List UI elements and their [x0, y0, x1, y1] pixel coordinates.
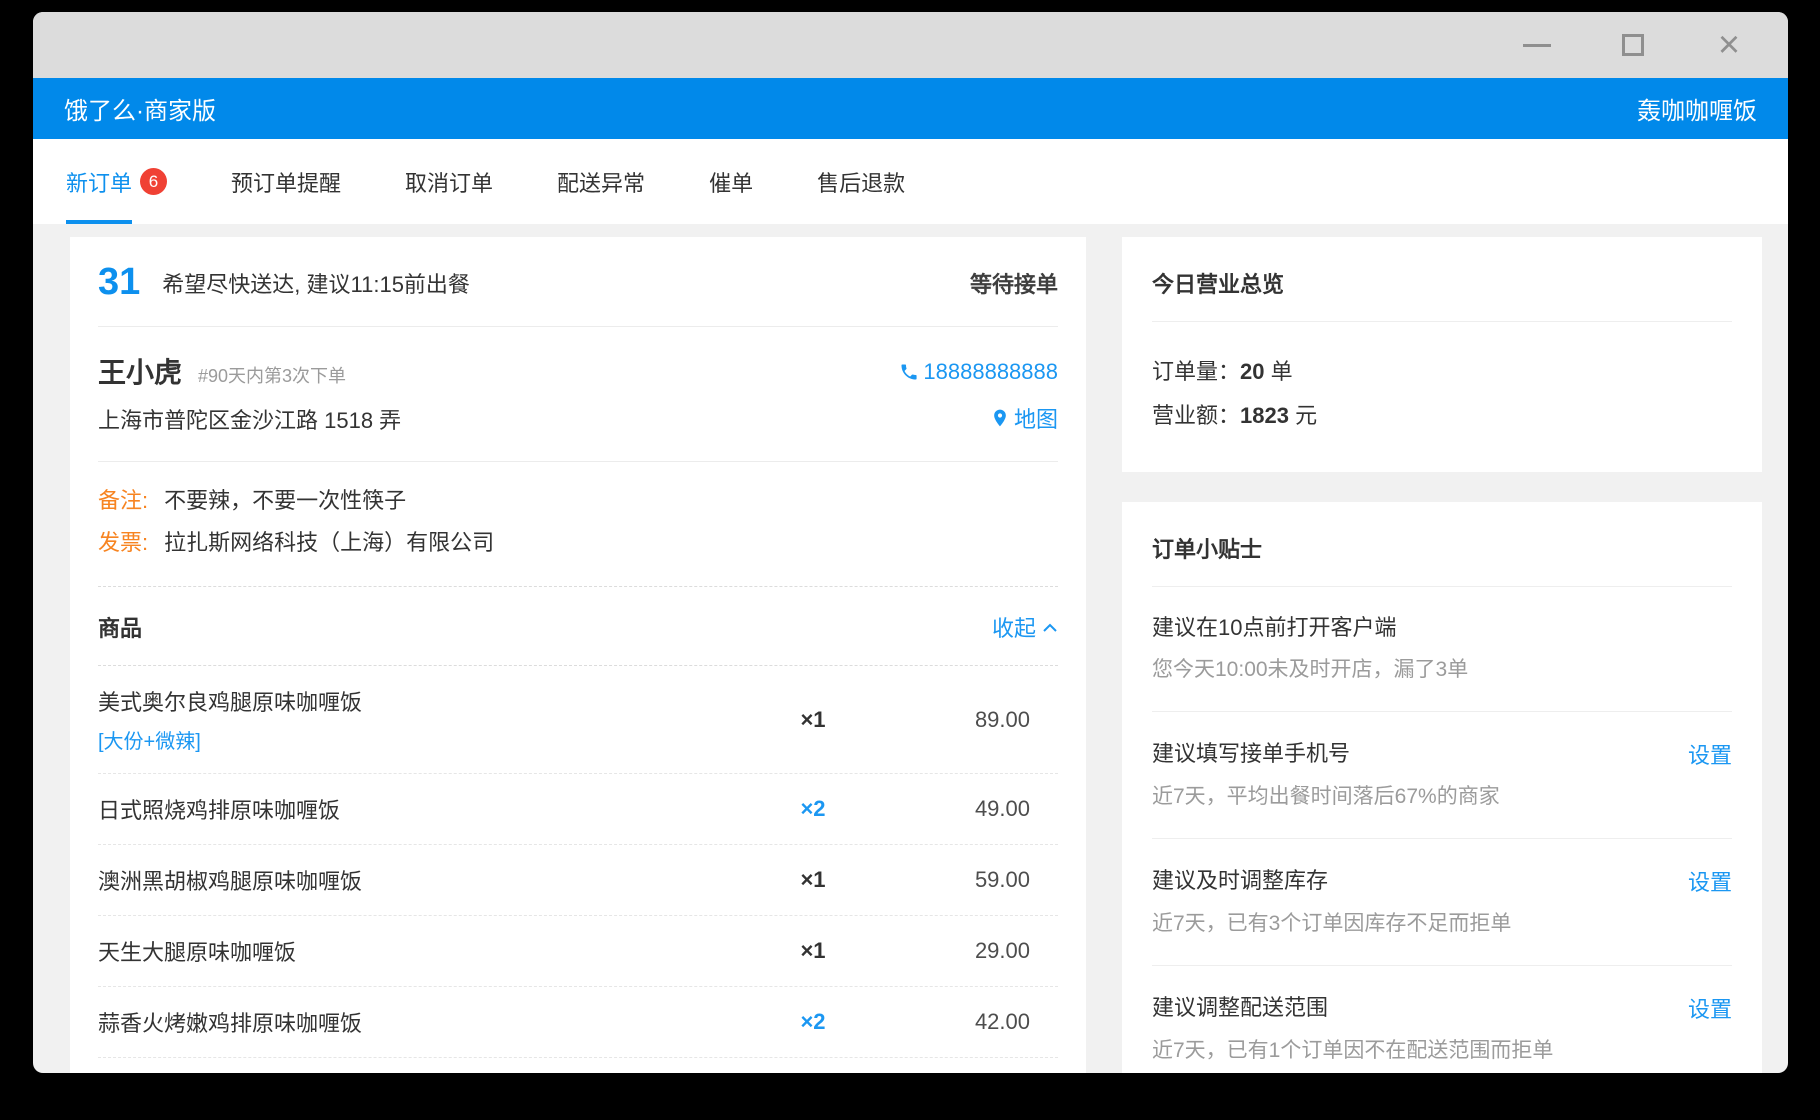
remark-label: 备注:: [98, 488, 148, 513]
collapse-goods-link[interactable]: 收起: [992, 611, 1058, 643]
other-fees-label: 其他: [98, 1058, 1058, 1073]
settings-link-stock[interactable]: 设置: [1688, 865, 1732, 897]
app-title: 饿了么·商家版: [64, 91, 216, 126]
phone-icon: [899, 362, 919, 382]
app-header: 饿了么·商家版 轰咖咖喱饭: [33, 78, 1788, 139]
tip-title: 建议调整配送范围: [1152, 993, 1688, 1023]
settings-link-delivery[interactable]: 设置: [1688, 992, 1732, 1024]
order-item-row: 澳洲黑胡椒鸡腿原味咖喱饭 ×1 59.00: [98, 845, 1058, 916]
tip-open-client: 建议在10点前打开客户端 您今天10:00未及时开店，漏了3单: [1152, 587, 1732, 712]
app-window: × 饿了么·商家版 轰咖咖喱饭 新订单 6 预订单提醒 取消订单 配送异常 催单…: [33, 12, 1788, 1073]
right-sidebar: 今日营业总览 订单量：20 单 营业额：1823 元 订单小贴士 建议在10点前…: [1122, 237, 1762, 1073]
settings-link-phone[interactable]: 设置: [1688, 738, 1732, 770]
order-count-value: 20: [1240, 359, 1264, 384]
item-price: 42.00: [888, 1009, 1058, 1035]
tips-title: 订单小贴士: [1152, 532, 1732, 587]
tab-preorder-reminder[interactable]: 预订单提醒: [231, 166, 341, 198]
today-summary-panel: 今日营业总览 订单量：20 单 营业额：1823 元: [1122, 237, 1762, 472]
order-number: 31: [98, 261, 140, 304]
item-price: 89.00: [888, 707, 1058, 733]
tab-bar: 新订单 6 预订单提醒 取消订单 配送异常 催单 售后退款: [33, 139, 1788, 224]
customer-order-frequency: #90天内第3次下单: [198, 362, 899, 388]
order-item-row: 蒜香火烤嫩鸡排原味咖喱饭 ×2 42.00: [98, 987, 1058, 1058]
tip-title: 建议填写接单手机号: [1152, 739, 1688, 769]
order-status: 等待接单: [970, 267, 1058, 299]
minimize-icon: [1523, 44, 1551, 47]
tip-title: 建议在10点前打开客户端: [1152, 613, 1732, 643]
order-item-row: 美式奥尔良鸡腿原味咖喱饭 [大份+微辣] ×1 89.00: [98, 666, 1058, 774]
item-name: 日式照烧鸡排原味咖喱饭: [98, 793, 738, 825]
item-quantity: ×2: [738, 1009, 888, 1035]
revenue-value: 1823: [1240, 403, 1289, 428]
maximize-icon: [1622, 34, 1644, 56]
order-tips-panel: 订单小贴士 建议在10点前打开客户端 您今天10:00未及时开店，漏了3单 建议…: [1122, 502, 1762, 1073]
item-name: 美式奥尔良鸡腿原味咖喱饭: [98, 685, 738, 717]
tab-after-sale-refunds[interactable]: 售后退款: [817, 166, 905, 198]
chevron-up-icon: [1042, 614, 1058, 640]
item-name: 澳洲黑胡椒鸡腿原味咖喱饭: [98, 864, 738, 896]
customer-phone-link[interactable]: 18888888888: [899, 359, 1058, 385]
goods-title: 商品: [98, 611, 992, 643]
order-card: 31 希望尽快送达, 建议11:15前出餐 等待接单 王小虎 #90天内第3次下…: [70, 237, 1086, 1073]
store-name: 轰咖咖喱饭: [1637, 91, 1757, 126]
tab-delivery-issues[interactable]: 配送异常: [557, 166, 645, 198]
tip-desc: 近7天，已有3个订单因库存不足而拒单: [1152, 909, 1732, 939]
remark-row: 备注: 不要辣，不要一次性筷子: [98, 480, 1058, 522]
invoice-label: 发票:: [98, 530, 148, 555]
item-price: 29.00: [888, 938, 1058, 964]
window-titlebar: ×: [33, 12, 1788, 78]
customer-name: 王小虎: [98, 351, 182, 391]
customer-address: 上海市普陀区金沙江路 1518 弄: [98, 403, 990, 435]
new-orders-count-badge: 6: [140, 168, 167, 195]
tip-desc: 您今天10:00未及时开店，漏了3单: [1152, 655, 1732, 685]
item-quantity: ×1: [738, 867, 888, 893]
order-header: 31 希望尽快送达, 建议11:15前出餐 等待接单: [98, 237, 1058, 327]
summary-title: 今日营业总览: [1152, 267, 1732, 322]
maximize-button[interactable]: [1618, 30, 1648, 60]
order-delivery-note: 希望尽快送达, 建议11:15前出餐: [162, 267, 970, 299]
item-price: 59.00: [888, 867, 1058, 893]
item-quantity: ×2: [738, 796, 888, 822]
map-link[interactable]: 地图: [990, 402, 1058, 434]
minimize-button[interactable]: [1522, 30, 1552, 60]
item-price: 49.00: [888, 796, 1058, 822]
tip-desc: 近7天，平均出餐时间落后67%的商家: [1152, 782, 1732, 812]
tip-fill-phone: 建议填写接单手机号 设置 近7天，平均出餐时间落后67%的商家: [1152, 712, 1732, 839]
tip-desc: 近7天，已有1个订单因不在配送范围而拒单: [1152, 1036, 1732, 1066]
customer-section: 王小虎 #90天内第3次下单 18888888888 上海市普陀区金沙江路 15…: [98, 327, 1058, 462]
item-option: [大份+微辣]: [98, 725, 738, 754]
tip-adjust-stock: 建议及时调整库存 设置 近7天，已有3个订单因库存不足而拒单: [1152, 839, 1732, 966]
close-button[interactable]: ×: [1714, 30, 1744, 60]
invoice-text: 拉扎斯网络科技（上海）有限公司: [164, 530, 494, 555]
tab-new-orders[interactable]: 新订单 6: [66, 166, 167, 198]
main-content: 31 希望尽快送达, 建议11:15前出餐 等待接单 王小虎 #90天内第3次下…: [33, 224, 1788, 1073]
tip-adjust-delivery-range: 建议调整配送范围 设置 近7天，已有1个订单因不在配送范围而拒单: [1152, 966, 1732, 1073]
remarks-section: 备注: 不要辣，不要一次性筷子 发票: 拉扎斯网络科技（上海）有限公司: [98, 462, 1058, 587]
item-quantity: ×1: [738, 938, 888, 964]
remark-text: 不要辣，不要一次性筷子: [164, 488, 406, 513]
map-pin-icon: [990, 408, 1010, 428]
order-count-row: 订单量：20 单: [1152, 350, 1732, 394]
item-name: 天生大腿原味咖喱饭: [98, 935, 738, 967]
goods-header: 商品 收起: [98, 587, 1058, 666]
order-item-row: 天生大腿原味咖喱饭 ×1 29.00: [98, 916, 1058, 987]
item-name: 蒜香火烤嫩鸡排原味咖喱饭: [98, 1006, 738, 1038]
item-quantity: ×1: [738, 707, 888, 733]
tab-urge-orders[interactable]: 催单: [709, 166, 753, 198]
close-icon: ×: [1718, 30, 1740, 60]
order-item-row: 日式照烧鸡排原味咖喱饭 ×2 49.00: [98, 774, 1058, 845]
tab-cancelled-orders[interactable]: 取消订单: [405, 166, 493, 198]
invoice-row: 发票: 拉扎斯网络科技（上海）有限公司: [98, 522, 1058, 564]
tip-title: 建议及时调整库存: [1152, 866, 1688, 896]
revenue-row: 营业额：1823 元: [1152, 394, 1732, 438]
